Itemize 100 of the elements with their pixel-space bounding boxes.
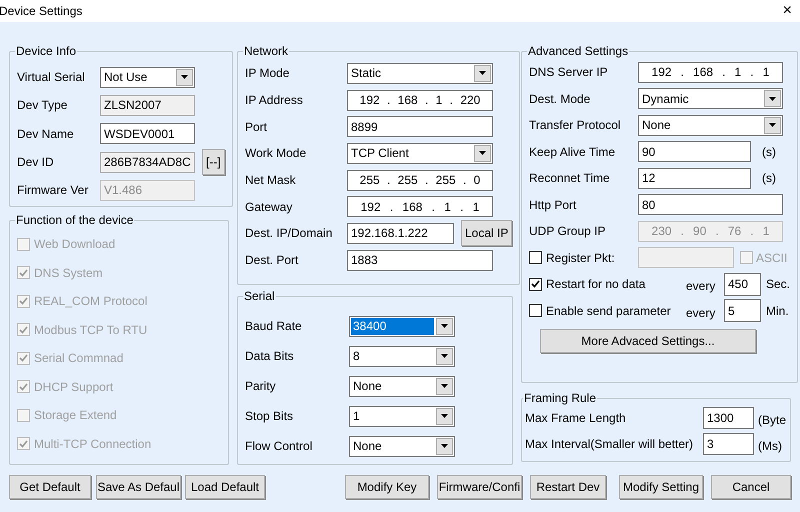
checkbox[interactable] — [740, 251, 753, 264]
button[interactable]: Firmware/Confi — [437, 475, 522, 499]
field-label: Flow Control — [245, 438, 314, 455]
caret-icon[interactable] — [436, 348, 453, 364]
caret-icon[interactable] — [474, 64, 491, 82]
group-title: Network — [243, 44, 290, 58]
button[interactable]: Modify Key — [345, 475, 429, 499]
field-label: Transfer Protocol — [529, 117, 622, 134]
button[interactable]: Cancel — [711, 475, 791, 499]
input-field[interactable]: 12 — [638, 168, 751, 189]
caret-icon[interactable] — [764, 116, 781, 134]
checkbox-label: Storage Extend — [34, 407, 117, 424]
checkbox[interactable] — [529, 251, 542, 264]
input-field[interactable]: 3 — [703, 433, 754, 455]
button[interactable]: Restart Dev — [530, 475, 606, 499]
field-label: Reconnet Time — [529, 170, 611, 188]
dropdown[interactable]: Dynamic — [638, 88, 783, 110]
field-label: Firmware Ver — [17, 182, 90, 200]
input-field[interactable]: 1883 — [347, 250, 493, 271]
dropdown[interactable]: Not Use — [100, 66, 195, 88]
field-label: Max Frame Length — [525, 410, 627, 427]
button[interactable]: More Advaced Settings... — [540, 329, 756, 353]
input-field[interactable]: WSDEV0001 — [100, 123, 195, 144]
window-title: Device Settings — [0, 3, 82, 20]
field-label: Dev ID — [17, 154, 55, 172]
checkbox-label: Multi-TCP Connection — [34, 436, 152, 453]
field-label: Http Port — [529, 196, 578, 214]
unit-label: Sec. — [766, 276, 790, 294]
dropdown[interactable]: None — [349, 436, 455, 456]
field-label: every — [686, 304, 716, 322]
button[interactable]: Load Default — [185, 475, 265, 499]
checkbox-label: REAL_COM Protocol — [34, 293, 148, 310]
caret-icon[interactable] — [764, 90, 781, 108]
checkbox-label: DNS System — [34, 264, 103, 282]
unit-label: Min. — [766, 302, 789, 320]
input-field[interactable]: 8899 — [347, 116, 493, 138]
input-field[interactable]: 1300 — [703, 407, 754, 429]
group-title: Function of the device — [15, 213, 134, 227]
caret-icon[interactable] — [436, 438, 453, 454]
caret-icon[interactable] — [436, 378, 453, 394]
group-title: Advanced Settings — [527, 44, 630, 58]
input-field[interactable]: 80 — [638, 194, 783, 216]
ip-address-field[interactable]: 255 . 255 . 255 . 0 — [347, 170, 493, 191]
group-title: Framing Rule — [523, 391, 598, 405]
checkbox-label: DHCP Support — [34, 378, 114, 396]
field-label: Dev Type — [17, 97, 68, 114]
group-title: Serial — [243, 289, 276, 303]
input-field[interactable]: 5 — [724, 299, 761, 322]
checkbox-label: Web Download — [34, 236, 116, 254]
field-label: UDP Group IP — [529, 223, 606, 240]
checkbox[interactable] — [529, 304, 542, 318]
checkbox-label: Serial Commnad — [34, 350, 124, 368]
field-label: DNS Server IP — [529, 64, 609, 82]
checkbox-label: Modbus TCP To RTU — [34, 322, 148, 339]
input-field[interactable]: 286B7834AD8C — [100, 152, 195, 173]
field-label: Dest. Port — [245, 252, 300, 270]
checkbox[interactable] — [529, 278, 542, 291]
button[interactable]: Modify Setting — [619, 475, 703, 499]
field-label: Dev Name — [17, 126, 75, 143]
dropdown[interactable]: 1 — [349, 406, 455, 426]
field-label: IP Address — [245, 92, 304, 110]
field-label: IP Mode — [245, 65, 290, 82]
input-field[interactable] — [638, 247, 734, 268]
dropdown[interactable]: None — [638, 114, 783, 136]
ip-address-field[interactable]: 192 . 168 . 1 . 220 — [347, 90, 493, 111]
dropdown[interactable]: 38400 — [349, 316, 455, 336]
caret-icon[interactable] — [436, 408, 453, 424]
unit-label: (Byte — [758, 412, 786, 429]
input-field[interactable]: 450 — [724, 272, 761, 296]
field-label: every — [686, 278, 716, 296]
group-title: Device Info — [15, 44, 78, 58]
input-field[interactable]: 192.168.1.222 — [347, 222, 454, 244]
field-label: Virtual Serial — [17, 69, 86, 86]
ip-address-field[interactable]: 192 . 168 . 1 . 1 — [638, 62, 783, 83]
caret-icon[interactable] — [474, 144, 491, 162]
checkbox-label: ASCII — [756, 250, 788, 267]
unit-label: (Ms) — [758, 438, 782, 455]
input-field[interactable]: ZLSN2007 — [100, 94, 195, 116]
ip-address-field[interactable]: 192 . 168 . 1 . 1 — [347, 196, 493, 218]
dropdown[interactable]: TCP Client — [347, 142, 493, 164]
button[interactable]: Save As Defaul — [96, 475, 181, 499]
unit-label: (s) — [762, 144, 776, 161]
button[interactable]: Get Default — [9, 475, 91, 499]
button[interactable]: [--] — [202, 149, 225, 176]
caret-icon[interactable] — [176, 68, 193, 86]
dropdown[interactable]: 8 — [349, 346, 455, 366]
close-button[interactable]: × — [782, 3, 792, 19]
caret-icon[interactable] — [436, 318, 453, 334]
field-label: Gateway — [245, 198, 294, 216]
dropdown[interactable]: None — [349, 376, 455, 396]
field-label: Port — [245, 118, 268, 136]
field-label: Keep Alive Time — [529, 144, 616, 161]
field-label: Work Mode — [245, 145, 308, 162]
input-field[interactable]: 90 — [638, 141, 751, 162]
dropdown[interactable]: Static — [347, 62, 493, 84]
field-label: Stop Bits — [245, 408, 294, 425]
field-label: Max Interval(Smaller will better) — [525, 436, 694, 453]
button[interactable]: Local IP — [461, 220, 512, 246]
field-label: Net Mask — [245, 172, 297, 190]
checkbox-label: Restart for no data — [546, 276, 646, 294]
